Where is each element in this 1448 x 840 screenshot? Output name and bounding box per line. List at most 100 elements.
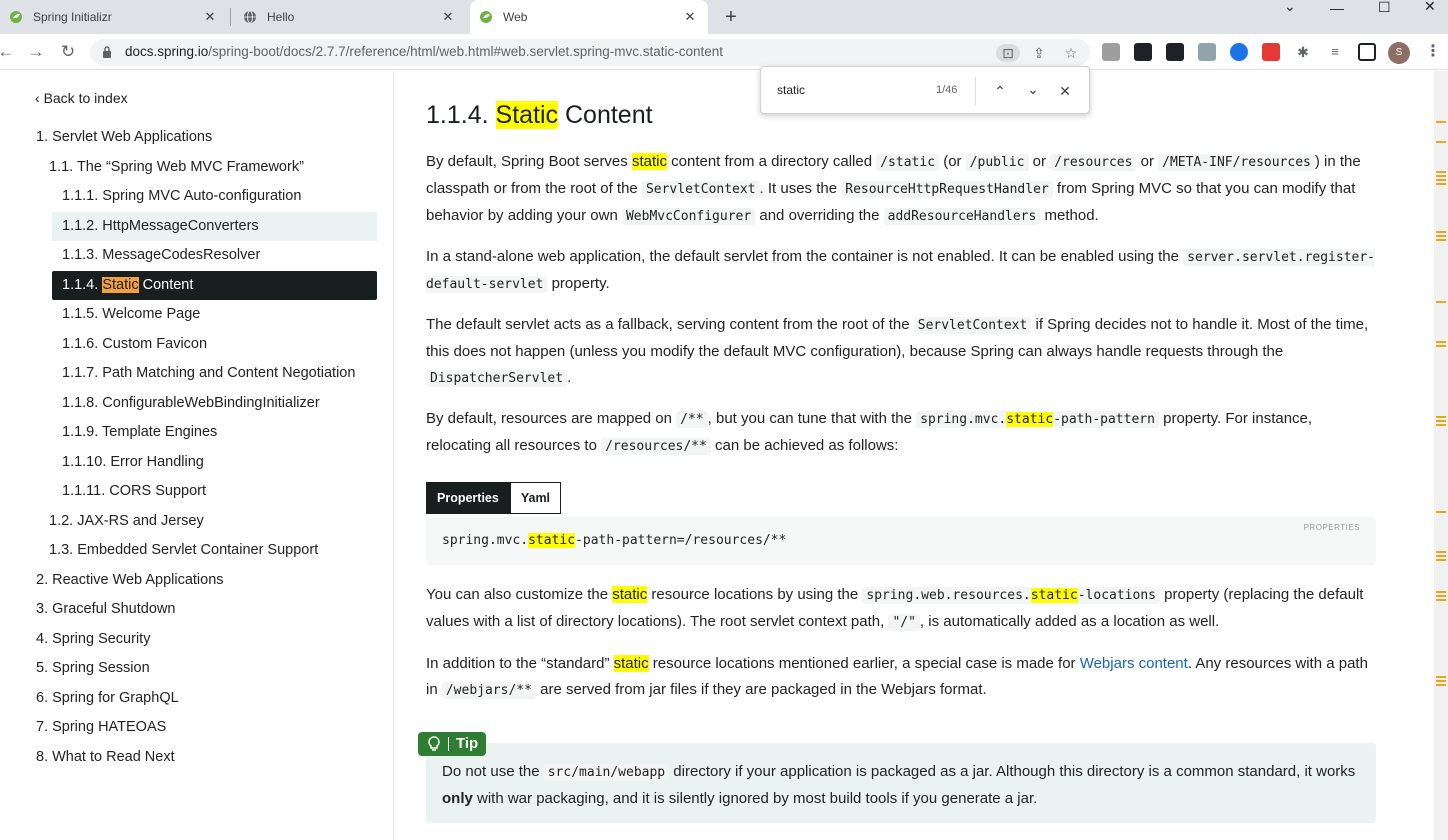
code-block: PROPERTIES spring.mvc.static-path-patter… bbox=[426, 517, 1376, 565]
back-to-index-link[interactable]: ‹ Back to index bbox=[35, 90, 128, 106]
toc-item[interactable]: 1.3. Embedded Servlet Container Support bbox=[49, 536, 318, 565]
toc-sidebar: ‹ Back to index 1. Servlet Web Applicati… bbox=[0, 71, 394, 840]
toc-item[interactable]: 1.1.9. Template Engines bbox=[62, 418, 217, 447]
close-window-button[interactable]: ✕ bbox=[1424, 0, 1436, 14]
maximize-button[interactable]: ☐ bbox=[1378, 0, 1391, 15]
close-tab-icon[interactable]: ✕ bbox=[440, 9, 456, 25]
picture-in-picture-icon[interactable] bbox=[1134, 43, 1152, 61]
find-marker bbox=[1436, 235, 1446, 237]
chevron-up-icon[interactable]: ⌃ bbox=[989, 80, 1011, 102]
tab-hello[interactable]: Hello ✕ bbox=[234, 0, 466, 34]
find-marker bbox=[1436, 141, 1446, 143]
code-language-label: PROPERTIES bbox=[1303, 523, 1360, 532]
find-marker bbox=[1436, 599, 1446, 601]
scrollbar[interactable] bbox=[1434, 71, 1448, 840]
reload-icon[interactable]: ↻ bbox=[58, 42, 78, 62]
toc-item[interactable]: 1.1.3. MessageCodesResolver bbox=[62, 241, 260, 270]
new-tab-button[interactable]: + bbox=[720, 6, 742, 28]
toc-item[interactable]: 2. Reactive Web Applications bbox=[36, 566, 224, 595]
code-tabs: Properties Yaml bbox=[426, 482, 562, 514]
paragraph: The default servlet acts as a fallback, … bbox=[426, 316, 1369, 387]
divider bbox=[975, 77, 976, 105]
tip-badge: Tip bbox=[418, 732, 487, 756]
toc-item[interactable]: 1.1.11. CORS Support bbox=[62, 477, 206, 506]
toc-item[interactable]: 3. Graceful Shutdown bbox=[36, 595, 175, 624]
find-marker bbox=[1436, 301, 1446, 303]
toc-item[interactable]: 1.1.10. Error Handling bbox=[62, 448, 204, 477]
paragraph: In addition to the “standard” static res… bbox=[426, 655, 1368, 699]
toc-item[interactable]: 1.1.7. Path Matching and Content Negotia… bbox=[62, 359, 355, 388]
lock-icon bbox=[103, 46, 111, 58]
tab-strip: Spring Initializr ✕ Hello ✕ Web ✕ + ⌄ — … bbox=[0, 0, 1448, 34]
url-text[interactable]: docs.spring.io/spring-boot/docs/2.7.7/re… bbox=[125, 44, 723, 59]
toc-item[interactable]: 7. Spring HATEOAS bbox=[36, 713, 166, 742]
find-marker bbox=[1436, 424, 1446, 426]
toc-item[interactable]: 1.1. The “Spring Web MVC Framework” bbox=[49, 153, 304, 182]
paragraph: You can also customize the static resour… bbox=[426, 586, 1364, 631]
close-tab-icon[interactable]: ✕ bbox=[682, 9, 698, 25]
toc-item[interactable]: 1.1.1. Spring MVC Auto-configuration bbox=[62, 182, 301, 211]
puzzle-icon[interactable]: ✱ bbox=[1294, 43, 1312, 61]
extension-icon[interactable] bbox=[1262, 43, 1280, 61]
tab-yaml[interactable]: Yaml bbox=[509, 482, 562, 514]
extension-icon[interactable] bbox=[1198, 43, 1216, 61]
forward-arrow-icon[interactable]: → bbox=[26, 42, 46, 62]
find-marker bbox=[1436, 551, 1446, 553]
toc-item-hover[interactable]: 1.1.2. HttpMessageConverters bbox=[52, 212, 377, 241]
find-marker bbox=[1436, 171, 1446, 173]
paragraph: In a stand-alone web application, the de… bbox=[426, 248, 1376, 293]
toc-item[interactable]: 4. Spring Security bbox=[36, 625, 150, 654]
chevron-left-icon: ‹ bbox=[35, 90, 44, 106]
tab-web[interactable]: Web ✕ bbox=[470, 0, 708, 34]
back-arrow-icon[interactable]: ← bbox=[0, 42, 16, 62]
bookmark-star-icon[interactable]: ☆ bbox=[1062, 44, 1080, 62]
find-marker bbox=[1436, 239, 1446, 241]
tab-properties[interactable]: Properties bbox=[426, 482, 510, 514]
page-title: 1.1.4. Static Content bbox=[426, 101, 653, 129]
extension-icon[interactable] bbox=[1102, 43, 1120, 61]
toc-item[interactable]: 1.1.5. Welcome Page bbox=[62, 300, 200, 329]
spring-icon bbox=[478, 9, 494, 25]
find-marker bbox=[1436, 231, 1446, 233]
toc-item[interactable]: 5. Spring Session bbox=[36, 654, 150, 683]
toc-item[interactable]: 8. What to Read Next bbox=[36, 743, 175, 772]
tip-text: Do not use the src/main/webapp directory… bbox=[442, 763, 1356, 807]
close-tab-icon[interactable]: ✕ bbox=[202, 9, 218, 25]
find-marker bbox=[1436, 179, 1446, 181]
find-match: static bbox=[1030, 588, 1078, 603]
share-icon[interactable]: ⇪ bbox=[1030, 44, 1048, 62]
tab-search-icon[interactable]: ⌄ bbox=[1284, 0, 1296, 14]
find-marker bbox=[1436, 595, 1446, 597]
find-match: static bbox=[1006, 412, 1054, 427]
chevron-down-icon[interactable]: ⌄ bbox=[1022, 78, 1044, 100]
extension-icon[interactable] bbox=[1166, 43, 1184, 61]
find-match-count: 1/46 bbox=[936, 84, 958, 96]
toc-item[interactable]: 1.1.6. Custom Favicon bbox=[62, 330, 207, 359]
toc-item[interactable]: 1.1.8. ConfigurableWebBindingInitializer bbox=[62, 389, 320, 418]
doc-content: 1.1.4. Static Content By default, Spring… bbox=[394, 71, 1434, 840]
toc-item-current[interactable]: 1.1.4. Static Content bbox=[52, 271, 377, 300]
find-marker bbox=[1436, 341, 1446, 343]
tab-spring-initializr[interactable]: Spring Initializr ✕ bbox=[0, 0, 228, 34]
side-panel-icon[interactable] bbox=[1358, 43, 1376, 61]
find-marker bbox=[1436, 559, 1446, 561]
find-input[interactable]: static bbox=[777, 83, 805, 97]
media-control-icon[interactable]: ≡ bbox=[1326, 43, 1344, 61]
find-in-page-icon[interactable]: ⊡ bbox=[996, 44, 1020, 62]
extension-icon[interactable] bbox=[1230, 43, 1248, 61]
find-marker bbox=[1436, 591, 1446, 593]
paragraph: By default, Spring Boot serves static co… bbox=[426, 153, 1361, 225]
toc-item[interactable]: 1. Servlet Web Applications bbox=[36, 123, 212, 152]
toc-item[interactable]: 6. Spring for GraphQL bbox=[36, 684, 179, 713]
minimize-button[interactable]: — bbox=[1330, 0, 1344, 16]
find-match-current: Static bbox=[102, 277, 139, 293]
close-icon[interactable]: ✕ bbox=[1054, 80, 1076, 102]
menu-icon[interactable]: ⋮ bbox=[1424, 43, 1442, 61]
address-bar[interactable]: docs.spring.io/spring-boot/docs/2.7.7/re… bbox=[90, 39, 1090, 66]
webjars-link[interactable]: Webjars content bbox=[1080, 655, 1188, 672]
tab-title: Spring Initializr bbox=[33, 10, 112, 24]
avatar[interactable]: S bbox=[1388, 42, 1410, 64]
find-marker bbox=[1436, 676, 1446, 678]
toc-item[interactable]: 1.2. JAX-RS and Jersey bbox=[49, 507, 204, 536]
spring-icon bbox=[8, 9, 24, 25]
